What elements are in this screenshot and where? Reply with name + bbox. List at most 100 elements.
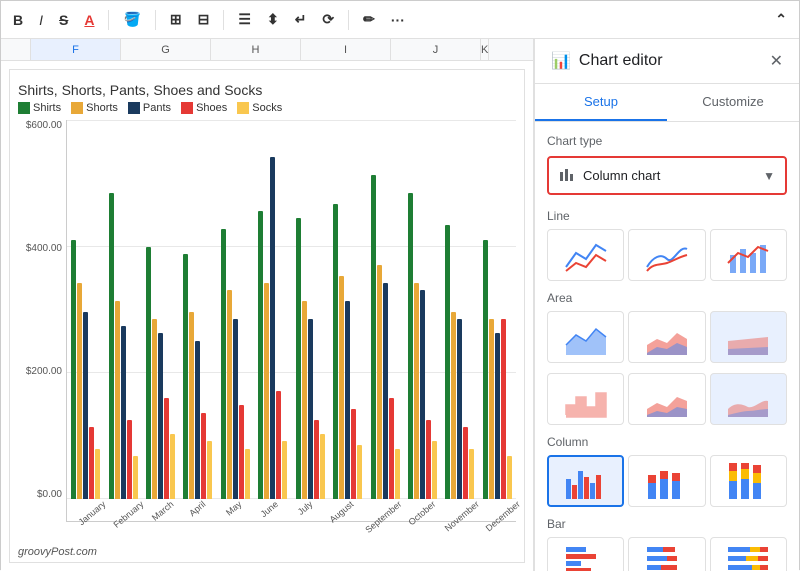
tab-customize[interactable]: Customize xyxy=(667,84,799,121)
month-group xyxy=(441,120,478,499)
y-label-0: $0.00 xyxy=(37,489,62,500)
bar xyxy=(264,283,269,499)
bar xyxy=(127,420,132,499)
chart-legend: Shirts Shorts Pants Shoes xyxy=(18,102,516,114)
bar xyxy=(239,405,244,499)
x-label: June xyxy=(246,499,282,521)
text-wrap-icon[interactable]: ↵ xyxy=(291,9,311,30)
chart-type-name: Column chart xyxy=(583,168,755,183)
toolbar-separator xyxy=(108,10,109,30)
bar-100-option[interactable] xyxy=(710,537,787,571)
col-header-i[interactable]: I xyxy=(301,39,391,60)
bold-button[interactable]: B xyxy=(9,10,27,30)
col-header-f[interactable]: F xyxy=(31,39,121,60)
editor-body: Chart type Column chart ▼ Line xyxy=(535,122,799,571)
bar xyxy=(351,409,356,499)
table-icon[interactable]: ⊞ xyxy=(166,9,186,30)
legend-shirts: Shirts xyxy=(18,102,61,114)
strikethrough-button[interactable]: S xyxy=(55,10,72,30)
column-basic-option[interactable] xyxy=(547,455,624,507)
col-header-k[interactable]: K xyxy=(481,39,489,60)
area-stacked-option[interactable] xyxy=(628,311,705,363)
toolbar-separator-4 xyxy=(348,10,349,30)
bar xyxy=(71,240,76,499)
watermark: groovyPost.com xyxy=(18,546,97,558)
month-group xyxy=(104,120,141,499)
area-stacked2-option[interactable] xyxy=(628,373,705,425)
bar xyxy=(507,456,512,499)
area-options-row1-grid xyxy=(547,311,787,363)
chart-type-label: Chart type xyxy=(547,134,787,148)
line-bar-combo-option[interactable] xyxy=(710,229,787,281)
line-smooth-option[interactable] xyxy=(628,229,705,281)
x-labels: JanuaryFebruaryMarchAprilMayJuneJulyAugu… xyxy=(67,499,516,521)
bar-stacked-option[interactable] xyxy=(628,537,705,571)
bar xyxy=(463,427,468,499)
bar xyxy=(195,341,200,499)
main-layout: F G H I J K Shirts, Shorts, Pants, Shoes… xyxy=(1,39,799,571)
month-group xyxy=(404,120,441,499)
legend-pants: Pants xyxy=(128,102,171,114)
x-label: January xyxy=(67,499,103,521)
align-left-icon[interactable]: ☰ xyxy=(234,9,255,30)
editor-tabs: Setup Customize xyxy=(535,84,799,122)
col-header-h[interactable]: H xyxy=(211,39,301,60)
column-stacked-option[interactable] xyxy=(628,455,705,507)
editor-title-label: Chart editor xyxy=(579,52,762,70)
x-label: August xyxy=(317,499,353,521)
chart-container[interactable]: Shirts, Shorts, Pants, Shoes and Socks S… xyxy=(9,69,525,563)
bar xyxy=(432,441,437,499)
bar xyxy=(207,441,212,499)
x-label: December xyxy=(474,499,516,521)
paint-icon[interactable]: 🪣 xyxy=(119,9,144,30)
col-header-j[interactable]: J xyxy=(391,39,481,60)
category-area-label: Area xyxy=(547,291,787,305)
tab-setup[interactable]: Setup xyxy=(535,84,667,121)
legend-label-shoes: Shoes xyxy=(196,102,227,114)
bar xyxy=(395,449,400,499)
italic-button[interactable]: I xyxy=(35,10,47,30)
column-100-option[interactable] xyxy=(710,455,787,507)
bar xyxy=(339,276,344,499)
area-stepped-option[interactable] xyxy=(547,373,624,425)
bar xyxy=(201,413,206,499)
chart-type-selector[interactable]: Column chart ▼ xyxy=(547,156,787,195)
expand-icon[interactable]: ⌃ xyxy=(771,9,791,30)
area-smooth2-option[interactable] xyxy=(710,373,787,425)
area-basic-option[interactable] xyxy=(547,311,624,363)
align-vertical-icon[interactable]: ⬍ xyxy=(263,9,283,30)
bar xyxy=(276,391,281,499)
bar xyxy=(282,441,287,499)
bar xyxy=(296,218,301,499)
rotate-icon[interactable]: ⟳ xyxy=(318,9,338,30)
legend-label-shirts: Shirts xyxy=(33,102,61,114)
more-icon[interactable]: ··· xyxy=(387,10,409,30)
underline-button[interactable]: A xyxy=(80,10,98,30)
borders-icon[interactable]: ⊟ xyxy=(194,9,214,30)
col-header-g[interactable]: G xyxy=(121,39,211,60)
chart-body: $600.00 $400.00 $200.00 $0.00 J xyxy=(18,120,516,522)
bar xyxy=(121,326,126,499)
line-basic-option[interactable] xyxy=(547,229,624,281)
area-100-option[interactable] xyxy=(710,311,787,363)
bar xyxy=(170,434,175,499)
month-group xyxy=(292,120,329,499)
legend-label-socks: Socks xyxy=(252,102,282,114)
month-group xyxy=(217,120,254,499)
bar xyxy=(89,427,94,499)
month-group xyxy=(254,120,291,499)
draw-icon[interactable]: ✏ xyxy=(359,9,379,30)
bar xyxy=(95,449,100,499)
bar-basic-option[interactable] xyxy=(547,537,624,571)
bar xyxy=(483,240,488,499)
line-options-grid xyxy=(547,229,787,281)
x-label: November xyxy=(433,499,475,521)
category-line-label: Line xyxy=(547,209,787,223)
bar xyxy=(501,319,506,499)
bar xyxy=(245,449,250,499)
legend-shoes: Shoes xyxy=(181,102,227,114)
close-button[interactable]: ✕ xyxy=(770,51,783,71)
bar xyxy=(233,319,238,499)
bar xyxy=(152,319,157,499)
bar-options-grid xyxy=(547,537,787,571)
